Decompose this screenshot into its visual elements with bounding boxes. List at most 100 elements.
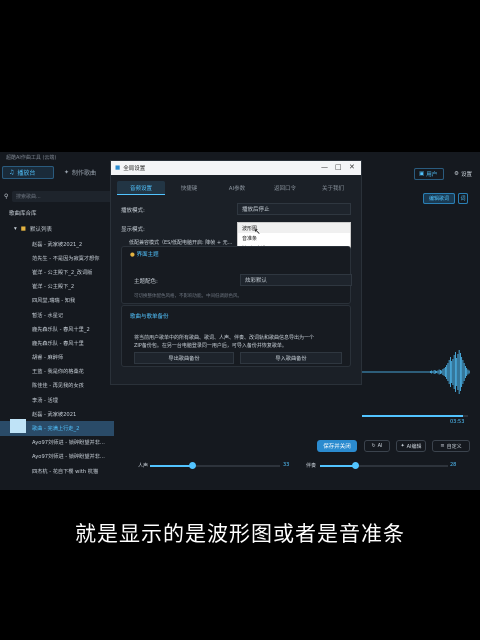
vocal-volume-label: 人声 — [138, 463, 149, 469]
vocal-volume-slider[interactable] — [150, 465, 280, 467]
default-list-label: 默认列表 — [29, 227, 52, 233]
window-title: 超酷AI作曲工具 (云端) — [6, 155, 57, 161]
app-icon: ■ — [115, 165, 121, 171]
waveform-bar — [436, 371, 438, 373]
library-title: 歌曲库合库 — [9, 211, 37, 217]
search-icon: ⚲ — [4, 193, 9, 200]
playback-progress-bar[interactable] — [362, 415, 468, 417]
waveform-bar — [458, 350, 460, 394]
song-list-item[interactable]: 赵磊 - 武家坡2021_2 — [0, 237, 114, 251]
ai-edit-button[interactable]: ✦ AI编辑 — [396, 440, 426, 452]
export-backup-button[interactable]: 导出歌曲备份 — [134, 352, 234, 364]
tab-return-code[interactable]: 返回口令 — [261, 181, 309, 195]
waveform-bar — [460, 353, 461, 391]
theme-select[interactable]: 炫彩默认 — [240, 274, 352, 286]
song-list-item[interactable]: 崔洋 - 公主殿下_2 — [0, 280, 114, 294]
dialog-tabs: 音频设置 快捷键 AI参数 返回口令 关于我们 — [117, 181, 357, 195]
dialog-title: 全局设置 — [123, 166, 146, 172]
waveform-bar — [461, 357, 463, 387]
settings-button[interactable]: ⚙ 设置 — [450, 168, 478, 180]
maximize-icon[interactable]: □ — [335, 163, 342, 171]
playback-progress-fill — [362, 415, 463, 417]
waveform-bar — [465, 366, 466, 378]
magic-icon: ✦ — [64, 169, 70, 176]
waveform-bar — [450, 357, 451, 387]
waveform-bar — [451, 361, 453, 383]
compat-mode-label[interactable]: 低配兼容模式（ES/低配电脑开启: 降帧 + 无... — [129, 239, 232, 246]
close-icon[interactable]: ✕ — [349, 163, 355, 171]
waveform-bar — [440, 370, 441, 374]
vocal-volume-knob[interactable] — [189, 462, 197, 469]
song-list-item[interactable]: 鹿先森乐队 - 春风十里 — [0, 336, 114, 350]
ai-button-label: AI — [377, 443, 383, 449]
waveform-visualizer — [352, 350, 470, 394]
song-list-item[interactable]: 暂活 - 水星记 — [0, 308, 114, 322]
song-list: 赵磊 - 武家坡2021_2 范先生 - 不是因为寂寞才想你 崔洋 - 公主殿下_2… — [0, 237, 114, 478]
song-list-item[interactable]: 范先生 - 不是因为寂寞才想你 — [0, 251, 114, 265]
waveform-bar — [462, 360, 464, 384]
waveform-baseline — [352, 371, 430, 373]
waveform-bar — [430, 371, 431, 373]
waveform-bar — [463, 363, 465, 381]
tab-make-song[interactable]: ✦ 制作歌曲 — [58, 166, 114, 179]
default-list-folder[interactable]: ▾ ■ 默认列表 — [14, 225, 52, 233]
vocal-volume-value: 33 — [283, 462, 290, 468]
display-mode-label: 显示模式: — [121, 227, 145, 233]
tab-ai-params[interactable]: AI参数 — [213, 181, 261, 195]
folder-icon: ■ — [20, 226, 26, 232]
theme-section: ● 界面主题 主题配色: 炫彩默认 可切换整体配色风格，不影响功能。中间低调颜色… — [121, 246, 352, 304]
accompaniment-volume-label: 伴奏 — [306, 463, 317, 469]
ai-button[interactable]: ↻ AI — [364, 440, 390, 452]
sliders-icon: ≡ — [440, 443, 445, 449]
minimize-icon[interactable]: — — [321, 163, 328, 171]
refresh-icon: ↻ — [371, 443, 376, 449]
theme-section-title: ● 界面主题 — [130, 250, 159, 258]
tab-about[interactable]: 关于我们 — [309, 181, 357, 195]
time-total: 03:53 — [450, 419, 465, 425]
waveform-bar — [467, 369, 469, 375]
user-button-label: 用户 — [426, 172, 438, 178]
song-cover-thumbnail — [10, 419, 26, 433]
accompaniment-volume-knob[interactable] — [352, 462, 360, 469]
waveform-bar — [432, 371, 434, 373]
custom-button[interactable]: ≡ 自定义 — [432, 440, 470, 452]
tab-shortcuts[interactable]: 快捷键 — [165, 181, 213, 195]
play-mode-select[interactable]: 播放后停止 — [237, 203, 351, 215]
backup-section-title: 歌曲与歌单备份 — [130, 314, 169, 320]
song-list-item[interactable]: 陈佳佳 - 再见我的女孩 — [0, 379, 114, 393]
mouse-cursor-icon: ↖ — [254, 227, 261, 236]
song-list-item[interactable]: 鹿先森乐队 - 春风十里_2 — [0, 322, 114, 336]
search-input[interactable]: 搜索歌曲... — [12, 191, 114, 202]
lyrics-button[interactable]: 词 — [458, 193, 468, 204]
waveform-bar — [431, 370, 433, 374]
tab-audio-settings[interactable]: 音频设置 — [117, 181, 165, 195]
edit-lyrics-button[interactable]: 编辑歌词 — [423, 193, 455, 204]
waveform-bar — [468, 370, 470, 374]
backup-description-1: 将当前用户歌单中的所有歌曲、歌词、人声、伴奏、改词轨和歌曲信息导出为一个 — [134, 335, 315, 341]
theme-value: 炫彩默认 — [245, 278, 268, 284]
song-list-item[interactable]: 四风堂,瑞瑞 - 知我 — [0, 294, 114, 308]
play-mode-label: 播放模式: — [121, 208, 145, 214]
song-list-item[interactable]: 胡睿 - 麻醉师 — [0, 351, 114, 365]
accompaniment-volume-slider[interactable] — [320, 465, 448, 467]
song-list-item[interactable]: 四杰杭 - 花自下樱 with 杭猫 — [0, 464, 114, 478]
waveform-bar — [446, 365, 448, 379]
waveform-bar — [433, 370, 435, 374]
song-list-item[interactable]: Ayo97刘师进 - 锁碎盼望并非... — [0, 450, 114, 464]
user-button[interactable]: ▣ 用户 — [414, 168, 444, 180]
song-list-item[interactable]: 王蓝 - 我是你的格桑花 — [0, 365, 114, 379]
tab-player[interactable]: ♫ 播放台 — [2, 166, 54, 179]
waveform-bar — [448, 360, 450, 384]
backup-description-2: ZIP备份包。在另一台电脑登录同一用户后，可导入备份并恢复歌单。 — [134, 343, 287, 349]
ai-edit-button-label: AI编辑 — [406, 443, 422, 450]
music-icon: ♫ — [9, 169, 15, 176]
song-list-item[interactable]: 崔洋 - 公主殿下_2_改词版 — [0, 265, 114, 279]
waveform-bar — [447, 363, 449, 381]
sparkle-icon: ✦ — [400, 443, 405, 449]
song-list-item[interactable]: 李汤 - 活埋 — [0, 393, 114, 407]
theme-label: 主题配色: — [134, 279, 158, 285]
save-and-close-button[interactable]: 保存并关闭 — [317, 440, 357, 452]
import-backup-button[interactable]: 导入歌曲备份 — [240, 352, 342, 364]
song-list-item[interactable]: Ayo97刘师进 - 锁碎盼望并非... — [0, 436, 114, 450]
search-placeholder: 搜索歌曲... — [16, 194, 41, 200]
